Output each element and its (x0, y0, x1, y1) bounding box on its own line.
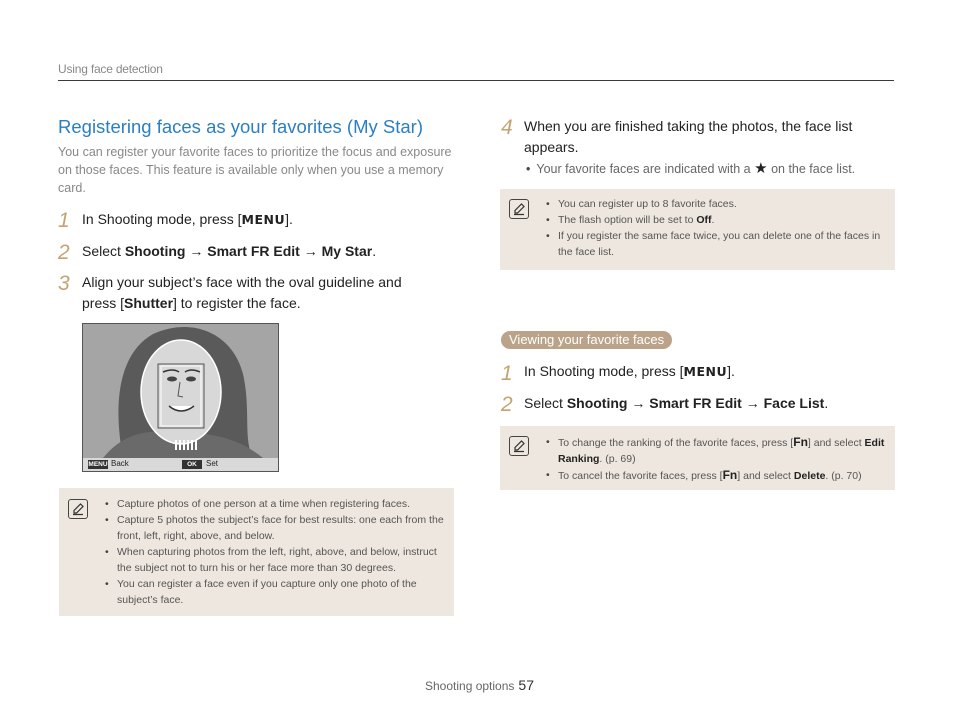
note-box: You can register up to 8 favorite faces.… (500, 189, 895, 270)
step-number: 1 (501, 362, 513, 385)
step-number: 1 (58, 209, 70, 232)
step-3-text: Align your subject’s face with the oval … (82, 274, 402, 311)
intro-text: You can register your favorite faces to … (58, 145, 452, 195)
note-pencil-icon (68, 499, 88, 519)
page-number: 57 (518, 677, 534, 693)
note-list: To change the ranking of the favorite fa… (546, 434, 886, 484)
note-item: When capturing photos from the left, rig… (105, 544, 445, 576)
page-footer: Shooting options 57 (425, 677, 534, 693)
note-item: You can register up to 8 favorite faces. (546, 196, 886, 212)
note-list: Capture photos of one person at a time w… (105, 496, 445, 608)
camera-button-bar: MENU Back OK Set (83, 458, 278, 471)
menu-key: MENU (683, 364, 728, 379)
back-label: Back (111, 459, 129, 468)
step-number: 2 (501, 393, 513, 416)
step-number: 3 (58, 272, 70, 295)
footer-label: Shooting options (425, 679, 515, 693)
fn-key-icon: Fn (722, 468, 738, 482)
face-photo-image (83, 324, 278, 458)
view-step-2-text: Select Shooting → Smart FR Edit → Face L… (524, 395, 829, 411)
note-item: You can register a face even if you capt… (105, 576, 445, 608)
note-list: You can register up to 8 favorite faces.… (546, 196, 886, 260)
subheading-pill: Viewing your favorite faces (501, 331, 673, 349)
set-label: Set (206, 459, 219, 468)
step-number: 4 (501, 116, 513, 139)
fn-key-icon: Fn (793, 435, 808, 449)
note-item: Capture photos of one person at a time w… (105, 496, 445, 512)
menu-key: MENU (241, 212, 286, 227)
note-item: To change the ranking of the favorite fa… (546, 434, 886, 467)
step-number: 2 (58, 241, 70, 264)
note-pencil-icon (509, 199, 529, 219)
view-step-1-text: In Shooting mode, press [MENU]. (524, 363, 735, 379)
step-1-text: In Shooting mode, press [MENU]. (82, 211, 293, 227)
running-header: Using face detection (58, 62, 163, 76)
note-item: Capture 5 photos the subject’s face for … (105, 512, 445, 544)
ok-button-icon: OK (182, 460, 202, 469)
header-rule (58, 80, 894, 81)
star-icon: ★ (754, 160, 768, 177)
camera-screen-illustration: MENU Back OK Set (82, 323, 279, 472)
note-box: To change the ranking of the favorite fa… (500, 426, 895, 490)
section-title: Registering faces as your favorites (My … (58, 116, 423, 137)
note-pencil-icon (509, 436, 529, 456)
step-2-text: Select Shooting → Smart FR Edit → My Sta… (82, 243, 377, 259)
note-box: Capture photos of one person at a time w… (59, 488, 454, 616)
note-item: To cancel the favorite faces, press [Fn]… (546, 467, 886, 484)
step-4-bullet: • Your favorite faces are indicated with … (526, 160, 856, 177)
step-4-text: When you are finished taking the photos,… (524, 118, 853, 155)
menu-button-icon: MENU (88, 460, 108, 469)
note-item: The flash option will be set to Off. (546, 212, 886, 228)
note-item: If you register the same face twice, you… (546, 228, 886, 260)
